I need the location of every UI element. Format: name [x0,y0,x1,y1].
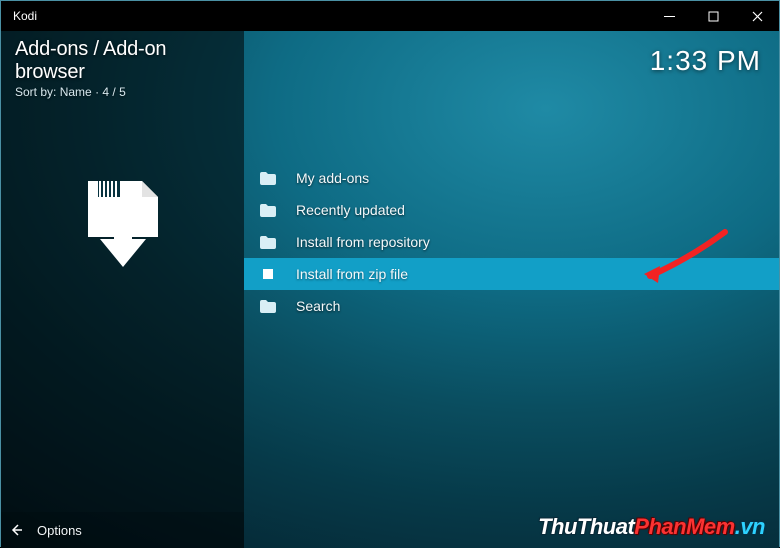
addon-menu-list: My add-ons Recently updated Install from r… [244,162,779,322]
menu-item-install-from-zip-file[interactable]: Install from zip file [244,258,779,290]
minimize-icon [664,11,675,22]
menu-item-label: Search [296,298,340,314]
watermark-part1: ThuThuat [538,514,634,539]
window-titlebar: Kodi [1,1,779,31]
folder-icon [260,203,276,217]
sort-label: Sort by: [15,85,56,99]
side-header: Add-ons / Add-on browser Sort by: Name ·… [1,31,244,99]
file-icon [260,267,276,281]
menu-item-recently-updated[interactable]: Recently updated [244,194,779,226]
maximize-button[interactable] [691,1,735,31]
window-controls [647,1,779,31]
clock: 1:33 PM [650,45,761,77]
list-position: 4 / 5 [102,85,125,99]
watermark-part3: .vn [735,514,765,539]
minimize-button[interactable] [647,1,691,31]
folder-icon [260,299,276,313]
options-bar[interactable]: Options [1,512,244,548]
app-title: Kodi [13,9,37,23]
watermark: ThuThuatPhanMem.vn [538,514,765,540]
options-label: Options [37,523,82,538]
content-pane: 1:33 PM My add-ons Recently updated Instal… [244,31,779,548]
close-icon [752,11,763,22]
menu-item-install-from-repository[interactable]: Install from repository [244,226,779,258]
maximize-icon [708,11,719,22]
addon-browser-icon [68,169,178,279]
sort-line[interactable]: Sort by: Name · 4 / 5 [15,85,230,99]
menu-item-my-add-ons[interactable]: My add-ons [244,162,779,194]
folder-icon [260,171,276,185]
sort-value: Name [60,85,92,99]
menu-item-label: My add-ons [296,170,369,186]
options-arrow-icon [11,524,23,536]
folder-icon [260,235,276,249]
breadcrumb: Add-ons / Add-on browser [15,38,230,84]
watermark-part2: PhanMem [634,514,734,539]
menu-item-label: Install from zip file [296,266,408,282]
menu-item-label: Recently updated [296,202,405,218]
menu-item-search[interactable]: Search [244,290,779,322]
menu-item-label: Install from repository [296,234,430,250]
side-panel: Add-ons / Add-on browser Sort by: Name ·… [1,31,244,548]
close-button[interactable] [735,1,779,31]
workspace: Add-ons / Add-on browser Sort by: Name ·… [1,31,779,548]
